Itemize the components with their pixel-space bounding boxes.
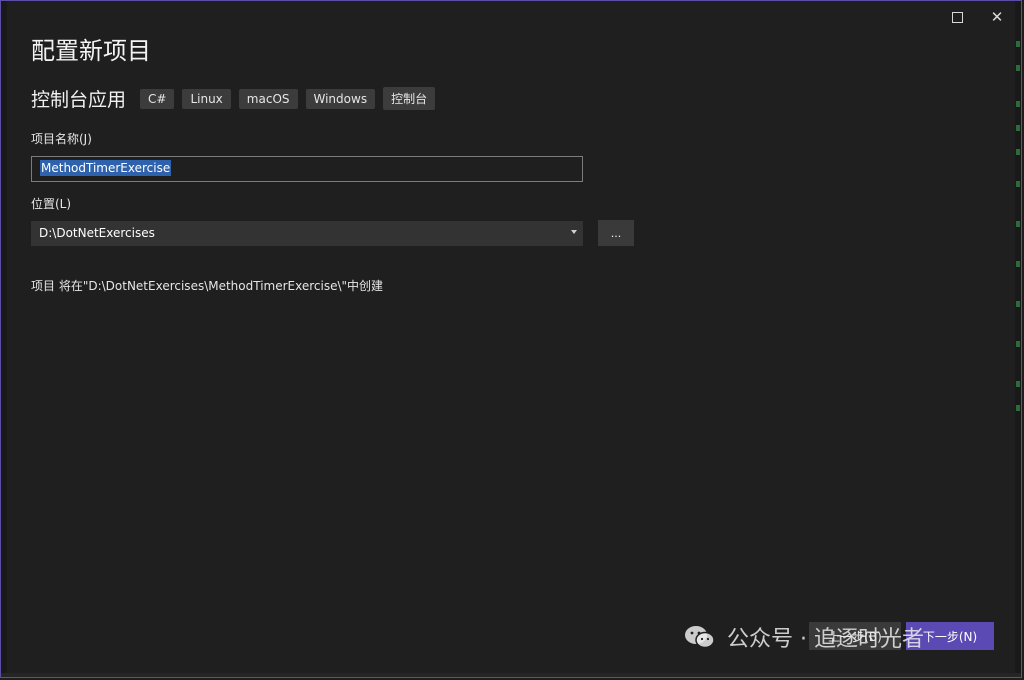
tag-windows: Windows [305, 88, 376, 109]
browse-button[interactable]: ... [598, 220, 634, 246]
back-button[interactable]: 上一步(B) [809, 622, 901, 650]
right-editor-gutter [1015, 1, 1021, 677]
project-name-label: 项目名称(J) [31, 132, 92, 146]
dialog-footer: 上一步(B) 下一步(N) [1, 622, 1021, 652]
maximize-button[interactable] [945, 7, 969, 27]
template-name: 控制台应用 [31, 89, 127, 111]
location-value: D:\DotNetExercises [39, 226, 155, 240]
project-name-input[interactable]: MethodTimerExercise [31, 156, 583, 182]
tag-macos: macOS [238, 88, 298, 109]
close-button[interactable]: ✕ [985, 7, 1009, 27]
maximize-icon [951, 11, 963, 23]
next-button[interactable]: 下一步(N) [906, 622, 994, 650]
project-name-value: MethodTimerExercise [40, 160, 172, 176]
project-path-info: 项目 将在"D:\DotNetExercises\MethodTimerExer… [31, 279, 384, 293]
status-strip [1, 673, 1021, 677]
tag-linux: Linux [182, 88, 231, 109]
tag-console: 控制台 [383, 87, 436, 110]
configure-project-dialog: ✕ 配置新项目 控制台应用 C# Linux macOS Windows 控制台… [0, 0, 1022, 678]
left-editor-gutter [1, 1, 7, 677]
chevron-down-icon [571, 230, 577, 234]
close-icon: ✕ [990, 8, 1004, 26]
location-dropdown[interactable]: D:\DotNetExercises [31, 221, 583, 246]
page-title: 配置新项目 [31, 37, 151, 65]
window-controls: ✕ [945, 7, 1009, 27]
tag-csharp: C# [140, 88, 175, 109]
location-label: 位置(L) [31, 197, 72, 211]
template-header: 控制台应用 C# Linux macOS Windows 控制台 [31, 85, 436, 112]
